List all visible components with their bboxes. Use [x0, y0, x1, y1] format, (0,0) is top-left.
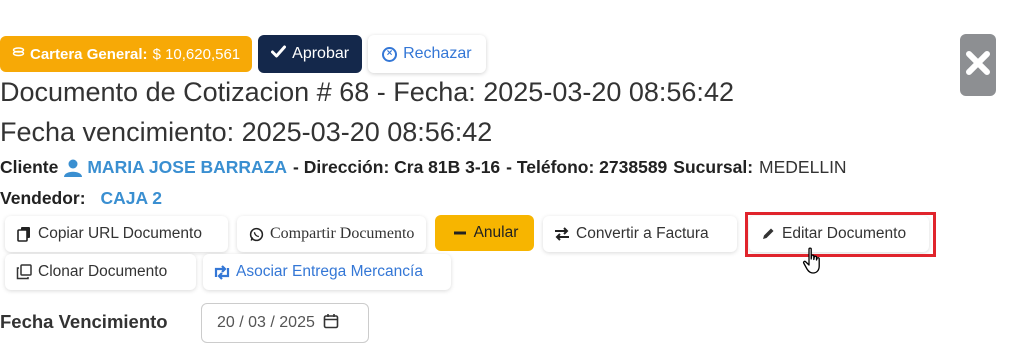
clone-icon [15, 263, 33, 281]
cliente-label: Cliente [0, 157, 59, 177]
fecha-vencimiento-label: Fecha Vencimiento [0, 311, 168, 332]
user-icon [63, 159, 83, 177]
telefono-text: - Teléfono: 2738589 [506, 157, 668, 177]
copy-url-icon [15, 225, 33, 243]
asociar-entrega-button[interactable]: Asociar Entrega Mercancía [203, 254, 451, 290]
copiar-label: Copiar URL Documento [38, 225, 202, 242]
anular-button[interactable]: Anular [435, 215, 534, 251]
check-icon [271, 45, 287, 63]
rechazar-label: Rechazar [403, 45, 472, 62]
client-info: Cliente MARIA JOSE BARRAZA - Dirección: … [0, 157, 847, 178]
document-title: Documento de Cotizacion # 68 - Fecha: 20… [0, 77, 734, 107]
retweet-icon [213, 263, 231, 281]
fecha-vencimiento-input[interactable]: 20 / 03 / 2025 [201, 303, 369, 343]
minus-icon [451, 224, 469, 242]
vendedor-info: Vendedor: CAJA 2 [0, 188, 162, 209]
cartera-value: $ 10,620,561 [152, 45, 241, 63]
clonar-documento-button[interactable]: Clonar Documento [5, 254, 196, 290]
money-icon [12, 46, 25, 63]
vendedor-label: Vendedor: [0, 188, 86, 208]
hand-cursor-icon [802, 247, 824, 280]
calendar-icon [323, 313, 339, 334]
compartir-button[interactable]: Compartir Documento [237, 216, 426, 252]
rechazar-button[interactable]: × Rechazar [368, 35, 486, 73]
close-icon [965, 50, 991, 81]
cliente-name-link[interactable]: MARIA JOSE BARRAZA [87, 157, 287, 178]
sucursal-label: Sucursal: [673, 157, 754, 177]
top-actions: Cartera General: $ 10,620,561 Aprobar × … [0, 35, 486, 73]
sucursal-value: MEDELLIN [759, 157, 847, 177]
clonar-label: Clonar Documento [38, 263, 168, 280]
x-circle-icon: × [382, 46, 398, 62]
exchange-icon [553, 225, 571, 243]
aprobar-label: Aprobar [292, 45, 350, 62]
whatsapp-icon [247, 225, 265, 243]
vendedor-value-link[interactable]: CAJA 2 [100, 188, 162, 208]
cartera-label: Cartera General: [30, 45, 148, 63]
compartir-label: Compartir Documento [270, 225, 415, 242]
fecha-value: 20 / 03 / 2025 [217, 314, 315, 331]
close-button[interactable] [960, 34, 996, 96]
aprobar-button[interactable]: Aprobar [258, 35, 363, 73]
anular-label: Anular [473, 224, 519, 241]
asociar-label: Asociar Entrega Mercancía [236, 263, 423, 280]
direccion-text: - Dirección: Cra 81B 3-16 [293, 157, 501, 177]
convertir-label: Convertir a Factura [576, 225, 709, 242]
copiar-url-button[interactable]: Copiar URL Documento [5, 216, 228, 252]
cartera-general-badge[interactable]: Cartera General: $ 10,620,561 [0, 36, 253, 72]
document-vencimiento: Fecha vencimiento: 2025-03-20 08:56:42 [0, 117, 493, 147]
highlight-box [745, 212, 936, 257]
convertir-factura-button[interactable]: Convertir a Factura [543, 216, 737, 252]
